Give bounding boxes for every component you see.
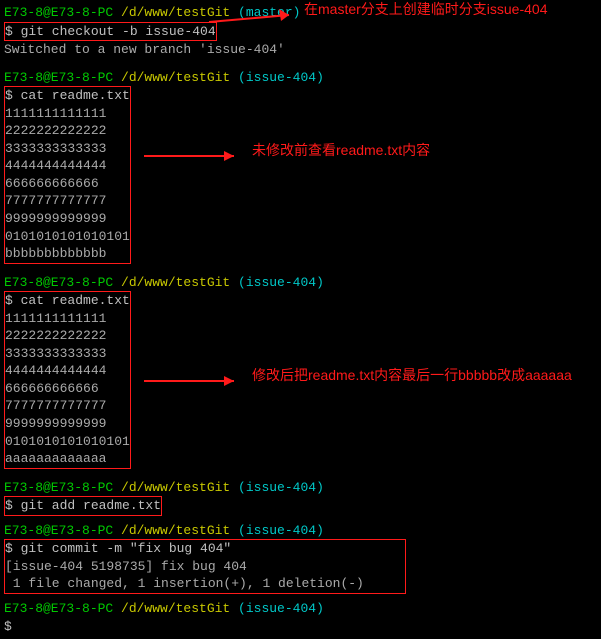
annotation-3: 修改后把readme.txt内容最后一行bbbbb改成aaaaaa <box>252 366 572 385</box>
cmd-prompt[interactable]: $ <box>4 618 597 636</box>
prompt-user: E73-8@E73-8-PC <box>4 480 113 495</box>
prompt-path: /d/www/testGit <box>113 523 230 538</box>
file-line: 7777777777777 <box>5 192 130 210</box>
file-line: 666666666666 <box>5 175 130 193</box>
boxed-output: $ cat readme.txt 1111111111111 222222222… <box>4 291 131 468</box>
prompt-branch: (issue-404) <box>230 275 324 290</box>
cmd-cat: $ cat readme.txt <box>5 87 130 105</box>
block-checkout: E73-8@E73-8-PC /d/www/testGit (master) $… <box>4 4 597 59</box>
file-line: 1111111111111 <box>5 310 130 328</box>
cmd-commit: $ git commit -m "fix bug 404" <box>5 540 405 558</box>
prompt-branch: (issue-404) <box>230 601 324 616</box>
prompt-line: E73-8@E73-8-PC /d/www/testGit (issue-404… <box>4 522 597 540</box>
file-line: bbbbbbbbbbbbb <box>5 245 130 263</box>
file-line: aaaaaaaaaaaaa <box>5 450 130 468</box>
prompt-path: /d/www/testGit <box>113 275 230 290</box>
prompt-path: /d/www/testGit <box>113 5 230 20</box>
prompt-user: E73-8@E73-8-PC <box>4 70 113 85</box>
prompt-branch: (issue-404) <box>230 70 324 85</box>
prompt-path: /d/www/testGit <box>113 70 230 85</box>
boxed-command: $ git add readme.txt <box>4 496 162 516</box>
file-line: 2222222222222 <box>5 327 130 345</box>
boxed-command: $ git checkout -b issue-404 <box>4 22 217 42</box>
file-line: 2222222222222 <box>5 122 130 140</box>
prompt-line: E73-8@E73-8-PC /d/www/testGit (issue-404… <box>4 274 597 292</box>
file-line: 7777777777777 <box>5 397 130 415</box>
prompt-path: /d/www/testGit <box>113 480 230 495</box>
prompt-user: E73-8@E73-8-PC <box>4 275 113 290</box>
file-line: 9999999999999 <box>5 415 130 433</box>
file-line: 0101010101010101 <box>5 228 130 246</box>
file-line: 3333333333333 <box>5 140 130 158</box>
file-line: 4444444444444 <box>5 157 130 175</box>
block-cat-before: E73-8@E73-8-PC /d/www/testGit (issue-404… <box>4 69 597 264</box>
cmd-add: $ git add readme.txt <box>5 497 161 515</box>
file-line: 3333333333333 <box>5 345 130 363</box>
prompt-user: E73-8@E73-8-PC <box>4 5 113 20</box>
file-line: 666666666666 <box>5 380 130 398</box>
cmd-checkout: $ git checkout -b issue-404 <box>5 23 216 41</box>
output-switched: Switched to a new branch 'issue-404' <box>4 41 597 59</box>
file-line: 9999999999999 <box>5 210 130 228</box>
arrow-icon <box>144 374 244 388</box>
prompt-branch: (master) <box>230 5 300 20</box>
annotation-1: 在master分支上创建临时分支issue-404 <box>304 0 548 19</box>
annotation-2: 未修改前查看readme.txt内容 <box>252 141 430 160</box>
prompt-line: E73-8@E73-8-PC /d/www/testGit (issue-404… <box>4 479 597 497</box>
prompt-user: E73-8@E73-8-PC <box>4 601 113 616</box>
file-line: 0101010101010101 <box>5 433 130 451</box>
block-add: E73-8@E73-8-PC /d/www/testGit (issue-404… <box>4 479 597 516</box>
block-prompt-final: E73-8@E73-8-PC /d/www/testGit (issue-404… <box>4 600 597 635</box>
prompt-branch: (issue-404) <box>230 480 324 495</box>
commit-output: 1 file changed, 1 insertion(+), 1 deleti… <box>5 575 405 593</box>
boxed-output: $ git commit -m "fix bug 404" [issue-404… <box>4 539 406 594</box>
prompt-line: E73-8@E73-8-PC /d/www/testGit (issue-404… <box>4 69 597 87</box>
boxed-output: $ cat readme.txt 1111111111111 222222222… <box>4 86 131 263</box>
prompt-line: E73-8@E73-8-PC /d/www/testGit (issue-404… <box>4 600 597 618</box>
file-line: 4444444444444 <box>5 362 130 380</box>
block-cat-after: E73-8@E73-8-PC /d/www/testGit (issue-404… <box>4 274 597 469</box>
cmd-cat: $ cat readme.txt <box>5 292 130 310</box>
commit-output: [issue-404 5198735] fix bug 404 <box>5 558 405 576</box>
arrow-icon <box>144 149 244 163</box>
prompt-path: /d/www/testGit <box>113 601 230 616</box>
prompt-branch: (issue-404) <box>230 523 324 538</box>
file-line: 1111111111111 <box>5 105 130 123</box>
prompt-user: E73-8@E73-8-PC <box>4 523 113 538</box>
